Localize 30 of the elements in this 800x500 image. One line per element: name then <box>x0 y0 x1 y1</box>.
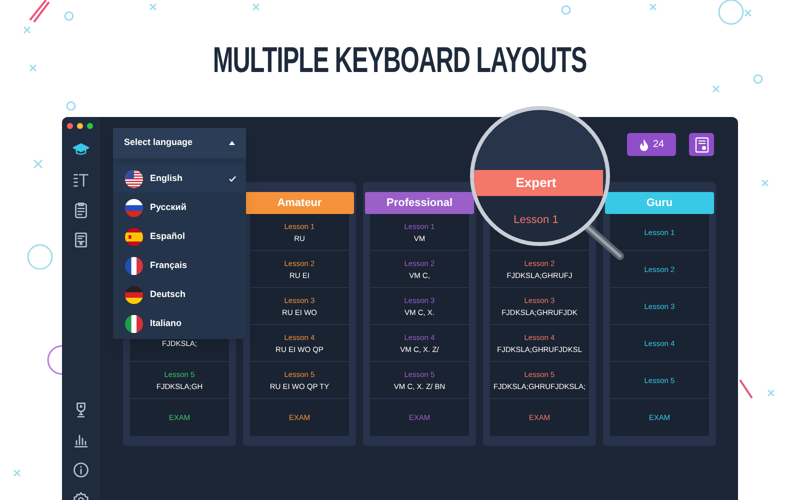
certificate-button[interactable] <box>689 133 714 156</box>
level-header: Guru <box>605 192 714 214</box>
language-option[interactable]: Deutsch <box>113 280 246 309</box>
streak-badge[interactable]: 24 <box>627 133 676 156</box>
text-lines-icon[interactable] <box>72 171 90 189</box>
language-option[interactable]: Русский <box>113 193 246 222</box>
check-icon <box>229 176 236 182</box>
document-icon[interactable] <box>72 231 90 249</box>
caret-up-icon <box>229 141 235 145</box>
flag-icon <box>125 170 143 188</box>
language-option[interactable]: Français <box>113 251 246 280</box>
flame-icon <box>638 138 649 150</box>
headline: MULTIPLE KEYBOARD LAYOUTS <box>213 38 587 82</box>
flag-icon <box>125 256 143 274</box>
level-header: Expert <box>474 170 603 196</box>
lesson-label: Lesson 1 <box>514 213 558 226</box>
streak-count: 24 <box>652 138 664 152</box>
language-option[interactable]: English <box>113 164 246 193</box>
certificate-icon <box>694 136 708 152</box>
flag-icon <box>125 286 143 304</box>
dropdown-title: Select language <box>124 136 193 150</box>
info-icon[interactable] <box>72 461 90 479</box>
dropdown-header[interactable]: Select language <box>113 128 246 158</box>
flag-icon <box>125 198 143 216</box>
clipboard-icon[interactable] <box>72 201 90 219</box>
level-header: Professional <box>365 192 474 214</box>
language-option[interactable]: Español <box>113 222 246 251</box>
level-header: Amateur <box>245 192 354 214</box>
flag-icon <box>125 228 143 246</box>
flag-icon <box>125 314 143 332</box>
